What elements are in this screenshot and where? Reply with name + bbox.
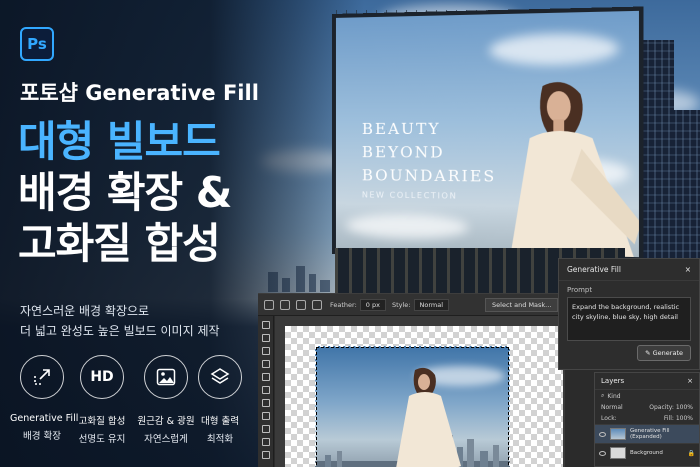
image-icon bbox=[144, 355, 188, 399]
billboard: BEAUTY BEYOND BOUNDARIES NEW COLLECTION bbox=[332, 6, 643, 261]
stamp-tool-icon[interactable] bbox=[262, 399, 270, 407]
layer-subname: (Expanded) bbox=[630, 434, 662, 440]
opacity-label: Opacity: bbox=[649, 404, 674, 411]
hd-icon: HD bbox=[80, 355, 124, 399]
marquee-tool-icon[interactable] bbox=[262, 334, 270, 342]
fill-label: Fill: bbox=[664, 415, 674, 422]
title-line-1: 대형 빌보드 bbox=[18, 117, 220, 167]
layer-thumbnail bbox=[610, 428, 626, 440]
generate-button[interactable]: ✎ Generate bbox=[637, 345, 691, 361]
title-line-2: 배경 확장 & bbox=[18, 168, 231, 218]
title-line-3: 고화질 합성 bbox=[18, 219, 220, 269]
generate-icon: ✎ bbox=[645, 349, 653, 357]
prompt-input[interactable]: Expand the background, realistic city sk… bbox=[567, 297, 691, 341]
photoshop-logo-icon: Ps bbox=[20, 27, 54, 61]
visibility-eye-icon[interactable] bbox=[599, 432, 606, 437]
generative-fill-title: Generative Fill bbox=[567, 265, 621, 274]
feature-sublabel: 최적화 bbox=[188, 431, 252, 445]
headline: 포토샵 Generative Fill bbox=[20, 77, 259, 107]
marquee-icon[interactable] bbox=[264, 300, 274, 310]
layer-thumbnail bbox=[610, 447, 626, 459]
text-tool-icon[interactable] bbox=[262, 451, 270, 459]
layers-title: Layers bbox=[601, 377, 624, 385]
feature-print: 대형 출력 최적화 bbox=[188, 355, 252, 445]
move-tool-icon[interactable] bbox=[262, 321, 270, 329]
close-icon[interactable]: × bbox=[685, 265, 691, 274]
subtract-selection-icon[interactable] bbox=[312, 300, 322, 310]
description-line-1: 자연스러운 배경 확장으로 bbox=[20, 302, 149, 319]
layer-name: Background bbox=[630, 450, 663, 457]
blend-mode-select[interactable]: Normal bbox=[601, 404, 623, 411]
feature-label: 대형 출력 bbox=[188, 413, 252, 427]
lock-icon: 🔒 bbox=[688, 450, 695, 457]
billboard-headline: BEAUTY BEYOND BOUNDARIES bbox=[362, 117, 496, 188]
fill-input[interactable]: 100% bbox=[676, 415, 693, 422]
layer-row[interactable]: Generative Fill (Expanded) bbox=[595, 424, 699, 443]
eraser-tool-icon[interactable] bbox=[262, 412, 270, 420]
feature-hd: HD 고화질 합성 선명도 유지 bbox=[70, 355, 134, 445]
layers-panel: Layers × ⌕ Kind Normal Opacity: 100% Loc… bbox=[594, 372, 700, 467]
feature-generative-fill: Generative Fill 배경 확장 bbox=[10, 355, 74, 442]
layer-name: Generative Fill bbox=[630, 428, 670, 434]
billboard-subtitle: NEW COLLECTION bbox=[362, 190, 457, 200]
selection-marquee[interactable] bbox=[315, 346, 510, 467]
expand-arrow-icon bbox=[20, 355, 64, 399]
feather-label: Feather: bbox=[330, 301, 357, 309]
pen-tool-icon[interactable] bbox=[262, 438, 270, 446]
prompt-label: Prompt bbox=[559, 281, 699, 297]
generative-fill-panel: Generative Fill × Prompt Expand the back… bbox=[558, 258, 700, 370]
canvas[interactable] bbox=[275, 316, 565, 467]
generate-button-label: Generate bbox=[653, 349, 683, 357]
crop-tool-icon[interactable] bbox=[262, 360, 270, 368]
feature-sublabel: 배경 확장 bbox=[10, 428, 74, 442]
new-selection-icon[interactable] bbox=[280, 300, 290, 310]
kind-filter[interactable]: Kind bbox=[607, 393, 620, 400]
layer-row[interactable]: Background 🔒 bbox=[595, 443, 699, 462]
lock-label: Lock: bbox=[601, 415, 617, 422]
style-select[interactable]: Normal bbox=[414, 299, 450, 311]
style-label: Style: bbox=[392, 301, 411, 309]
gradient-tool-icon[interactable] bbox=[262, 425, 270, 433]
brush-tool-icon[interactable] bbox=[262, 386, 270, 394]
visibility-eye-icon[interactable] bbox=[599, 451, 606, 456]
feature-sublabel: 선명도 유지 bbox=[70, 431, 134, 445]
close-icon[interactable]: × bbox=[687, 377, 693, 385]
layers-icon bbox=[198, 355, 242, 399]
feature-label: Generative Fill bbox=[10, 413, 74, 424]
search-icon[interactable]: ⌕ bbox=[601, 392, 604, 400]
opacity-input[interactable]: 100% bbox=[676, 404, 693, 411]
eyedropper-tool-icon[interactable] bbox=[262, 373, 270, 381]
lasso-tool-icon[interactable] bbox=[262, 347, 270, 355]
tools-panel bbox=[258, 316, 274, 467]
select-and-mask-button[interactable]: Select and Mask... bbox=[485, 298, 558, 312]
description-line-2: 더 넓고 완성도 높은 빌보드 이미지 제작 bbox=[20, 322, 220, 339]
feature-label: 고화질 합성 bbox=[70, 413, 134, 427]
add-selection-icon[interactable] bbox=[296, 300, 306, 310]
model-figure bbox=[479, 75, 641, 262]
feather-input[interactable]: 0 px bbox=[360, 299, 386, 311]
